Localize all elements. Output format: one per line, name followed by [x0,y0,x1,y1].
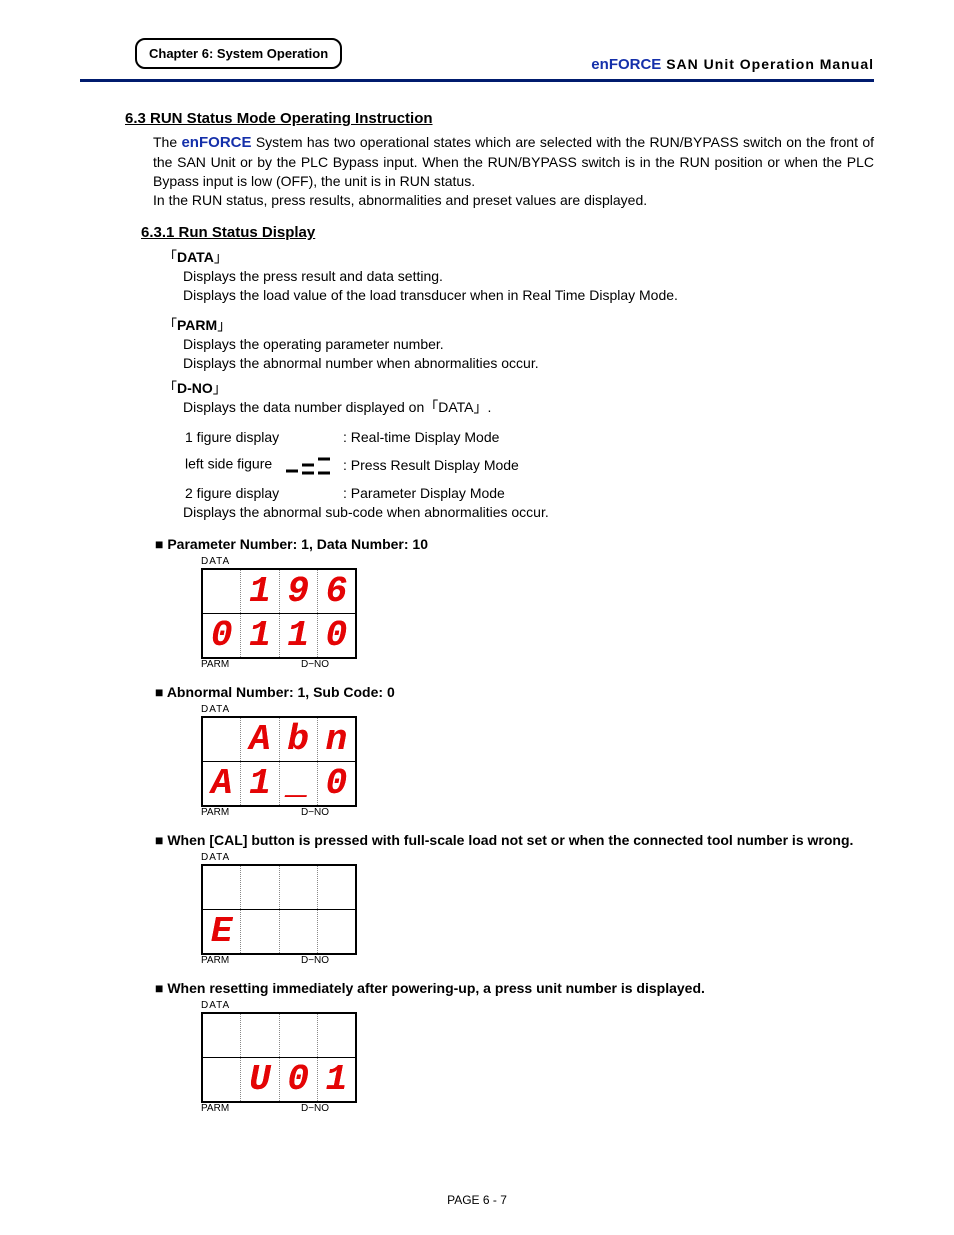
digit: _ [287,766,309,802]
parm-desc-1: Displays the operating parameter number. [183,335,874,354]
digit: 1 [326,1062,348,1098]
label-data-2: DATA [201,704,874,715]
page-footer: PAGE 6 - 7 [0,1193,954,1207]
dno-desc-1: Displays the data number displayed on「DA… [183,398,874,417]
chapter-box: Chapter 6: System Operation [135,38,342,69]
seven-seg-display-1: 1 9 6 0 1 1 0 [201,568,357,659]
parm-label-text: PARM [177,317,217,333]
label-dno-3: D−NO [277,955,353,966]
left-side-figure-text: left side figure [185,456,272,472]
digit: E [211,914,233,950]
digit: 0 [211,618,233,654]
label-parm-4: PARM [201,1103,277,1114]
right-bracket: 」 [213,380,227,396]
digit: 1 [249,766,271,802]
brand-upper: FORCE [609,56,662,73]
digit: 0 [326,766,348,802]
digit: 1 [249,574,271,610]
table-row: left side figure : Press Result Display … [185,447,525,477]
digit: 0 [326,618,348,654]
dno-label-text: D-NO [177,380,213,396]
row2-col1: left side figure [185,447,341,477]
bullet-abnormal-number: ■ Abnormal Number: 1, Sub Code: 0 [155,684,874,700]
heading-6-3: 6.3 RUN Status Mode Operating Instructio… [125,110,874,127]
label-data-4: DATA [201,1000,874,1011]
label-parm-3: PARM [201,955,277,966]
label-parm-2: PARM [201,807,277,818]
label-dno-2: D−NO [277,807,353,818]
dno-table: 1 figure display : Real-time Display Mod… [183,421,527,503]
dno-desc-2: Displays the abnormal sub-code when abno… [183,503,874,522]
field-parm-label: 「PARM」 [163,315,874,335]
digit: 1 [287,618,309,654]
row1-col2: : Real-time Display Mode [343,423,525,445]
labels-below-2: PARM D−NO [201,807,353,818]
brand-lower: en [591,56,609,73]
bullet-parameter-number: ■ Parameter Number: 1, Data Number: 10 [155,536,874,552]
digit: A [211,766,233,802]
table-row: 1 figure display : Real-time Display Mod… [185,423,525,445]
digit: 1 [249,618,271,654]
row1-col1: 1 figure display [185,423,341,445]
labels-below-4: PARM D−NO [201,1103,353,1114]
labels-below-1: PARM D−NO [201,659,353,670]
digit: U [249,1062,271,1098]
manual-text: SAN Unit Operation Manual [661,56,874,72]
left-bracket: 「 [163,249,177,265]
row3-col2: : Parameter Display Mode [343,479,525,501]
label-data-1: DATA [201,556,874,567]
seven-seg-display-4: U 0 1 [201,1012,357,1103]
label-dno-1: D−NO [277,659,353,670]
dashes-icon [284,453,334,477]
seven-seg-display-2: A b n A 1 _ 0 [201,716,357,807]
right-bracket: 」 [214,249,228,265]
parm-desc-2: Displays the abnormal number when abnorm… [183,354,874,373]
intro-paragraph: The enFORCE System has two operational s… [153,133,874,191]
manual-title: enFORCE SAN Unit Operation Manual [591,38,874,73]
row3-col1: 2 figure display [185,479,341,501]
label-parm-1: PARM [201,659,277,670]
bullet-cal-button: ■ When [CAL] button is pressed with full… [155,832,874,848]
field-data-label: 「DATA」 [163,247,874,267]
intro-b: System has two operational states which … [153,134,874,189]
brand-lower-inline: en [181,134,199,151]
data-desc-2: Displays the load value of the load tran… [183,286,874,305]
right-bracket: 」 [217,317,231,333]
label-dno-4: D−NO [277,1103,353,1114]
row2-col2: : Press Result Display Mode [343,447,525,477]
intro-paragraph-2: In the RUN status, press results, abnorm… [153,191,874,210]
intro-a: The [153,134,181,150]
data-desc-1: Displays the press result and data setti… [183,267,874,286]
brand-upper-inline: FORCE [199,134,252,151]
digit: 0 [287,1062,309,1098]
digit: n [326,722,348,758]
digit: 6 [326,574,348,610]
field-dno-label: 「D-NO」 [163,378,874,398]
header-rule [80,79,874,82]
data-label-text: DATA [177,249,214,265]
seven-seg-display-3: E [201,864,357,955]
left-bracket: 「 [163,380,177,396]
left-bracket: 「 [163,317,177,333]
bullet-resetting: ■ When resetting immediately after power… [155,980,874,996]
labels-below-3: PARM D−NO [201,955,353,966]
digit: 9 [287,574,309,610]
digit: A [249,722,271,758]
table-row: 2 figure display : Parameter Display Mod… [185,479,525,501]
heading-6-3-1: 6.3.1 Run Status Display [141,224,874,241]
digit: b [287,722,309,758]
label-data-3: DATA [201,852,874,863]
